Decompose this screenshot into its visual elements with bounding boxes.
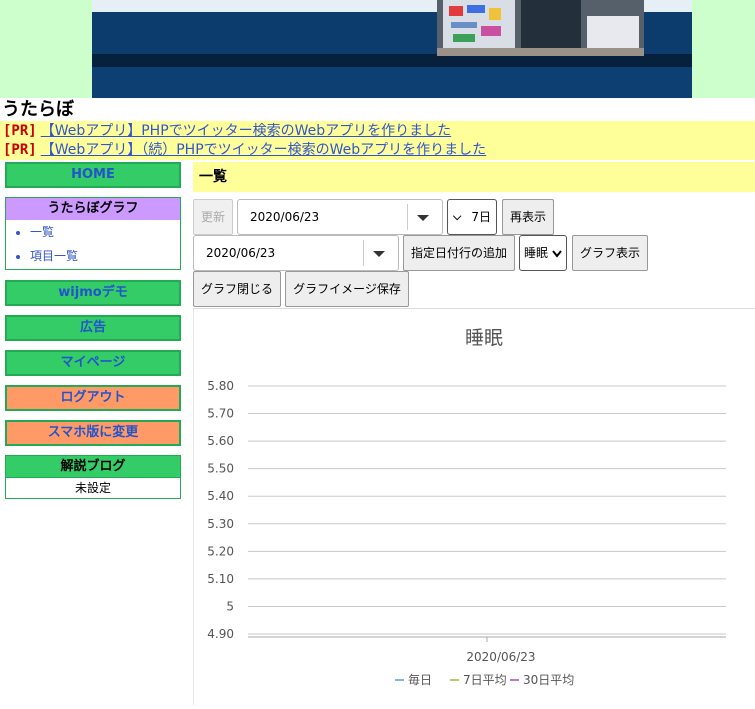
- date-value: 2020/06/23: [250, 210, 320, 224]
- pr-tag: [PR]: [3, 142, 37, 158]
- chevron-down-icon: ⌵: [453, 210, 462, 223]
- days-select[interactable]: ⌵ 7日: [447, 199, 497, 235]
- legend-label: 毎日: [408, 672, 432, 687]
- save-graph-image-button[interactable]: グラフイメージ保存: [285, 271, 409, 307]
- graph-menu-box: うたらぼグラフ 一覧 項目一覧: [5, 197, 181, 270]
- page-title: 一覧: [193, 162, 755, 192]
- show-graph-button[interactable]: グラフ表示: [572, 235, 648, 271]
- header-banner: [0, 0, 755, 98]
- pr-area: [PR] 【Webアプリ】PHPでツイッター検索のWebアプリを作りました [PR…: [0, 121, 755, 160]
- y-tick-label: 5: [226, 599, 234, 613]
- pr-link[interactable]: 【Webアプリ】（続）PHPでツイッター検索のWebアプリを作りました: [41, 142, 486, 158]
- pr-link[interactable]: 【Webアプリ】PHPでツイッター検索のWebアプリを作りました: [41, 123, 451, 139]
- y-tick-label: 5.10: [207, 572, 234, 586]
- blog-box-value: 未設定: [74, 481, 111, 495]
- legend-label: 7日平均: [463, 673, 507, 687]
- y-tick-label: 4.90: [207, 627, 234, 641]
- y-tick-label: 5.20: [207, 544, 234, 558]
- add-date-row-button[interactable]: 指定日付行の追加: [403, 235, 515, 271]
- logout-button[interactable]: ログアウト: [5, 385, 181, 411]
- days-value: 7日: [471, 210, 491, 224]
- banner-photo: [437, 0, 644, 56]
- x-tick-label: 2020/06/23: [466, 650, 535, 664]
- pr-line: [PR] 【Webアプリ】PHPでツイッター検索のWebアプリを作りました: [3, 122, 451, 141]
- chevron-down-icon[interactable]: [417, 215, 429, 221]
- close-graph-button[interactable]: グラフ閉じる: [193, 271, 281, 307]
- y-tick-label: 5.30: [207, 517, 234, 531]
- date-combo-2[interactable]: 2020/06/23: [193, 235, 399, 271]
- ads-button[interactable]: 広告: [5, 315, 181, 341]
- site-title: うたらぼ: [2, 99, 74, 120]
- chart-title: 睡眠: [465, 327, 503, 349]
- legend-label: 30日平均: [523, 673, 574, 687]
- sidebar-item-fields[interactable]: 項目一覧: [30, 244, 180, 268]
- y-tick-label: 5.40: [207, 489, 234, 503]
- mypage-button[interactable]: マイページ: [5, 350, 181, 376]
- item-value: 睡眠: [524, 246, 549, 260]
- chart-area: 睡眠 5.80 5.70 5.60 5.50 5.40 5.30 5.20 5.10 5 4.90 2…: [193, 308, 755, 705]
- chevron-down-icon[interactable]: [373, 251, 385, 257]
- update-button[interactable]: 更新: [193, 199, 233, 235]
- wijmo-demo-button[interactable]: wijmoデモ: [5, 280, 181, 306]
- y-tick-label: 5.80: [207, 379, 234, 393]
- y-tick-label: 5.50: [207, 462, 234, 476]
- date-value: 2020/06/23: [206, 246, 276, 260]
- item-select[interactable]: 睡眠: [519, 235, 567, 271]
- mobile-switch-button[interactable]: スマホ版に変更: [5, 420, 181, 446]
- blog-box: 解説ブログ 未設定: [5, 455, 181, 499]
- date-combo-1[interactable]: 2020/06/23: [237, 199, 443, 235]
- pr-line: [PR] 【Webアプリ】（続）PHPでツイッター検索のWebアプリを作りました: [3, 141, 486, 160]
- sidebar-item-list[interactable]: 一覧: [30, 220, 180, 244]
- chevron-down-icon: [552, 250, 562, 258]
- redisplay-button[interactable]: 再表示: [502, 199, 554, 235]
- pr-tag: [PR]: [3, 123, 37, 139]
- y-tick-label: 5.60: [207, 434, 234, 448]
- blog-box-title: 解説ブログ: [6, 456, 180, 478]
- banner-image: [92, 0, 692, 98]
- graph-menu-title: うたらぼグラフ: [6, 198, 180, 220]
- sleep-chart: 睡眠 5.80 5.70 5.60 5.50 5.40 5.30 5.20 5.10 5 4.90 2…: [207, 327, 726, 687]
- y-tick-label: 5.70: [207, 407, 234, 421]
- home-button[interactable]: HOME: [5, 162, 181, 188]
